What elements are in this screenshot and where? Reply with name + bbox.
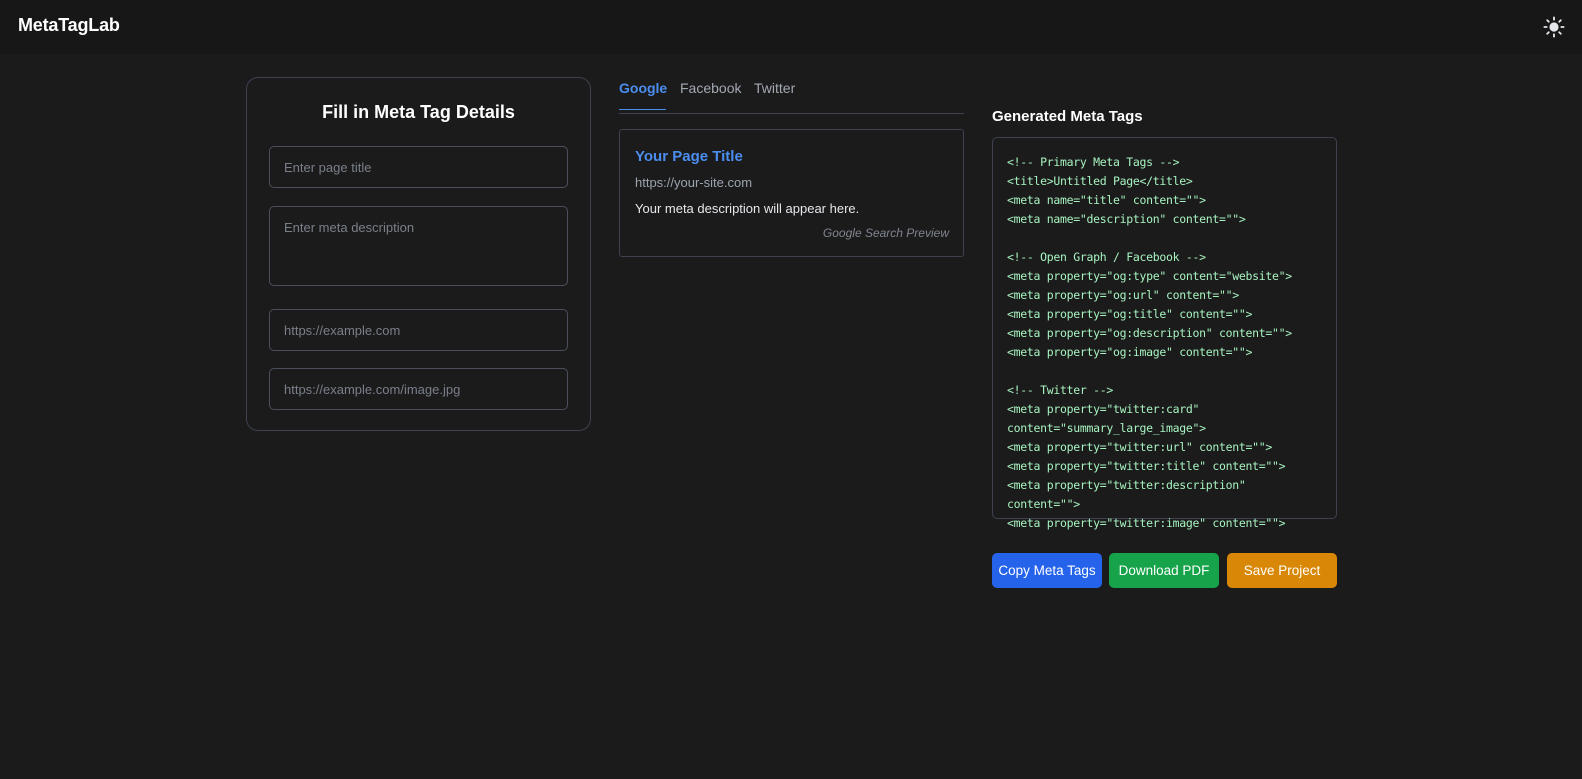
tab-google[interactable]: Google: [619, 80, 667, 110]
google-preview-card: Your Page Title https://your-site.com Yo…: [619, 129, 964, 257]
code-line: <meta property="twitter:url" content="">: [1007, 440, 1272, 454]
code-line: <meta property="og:title" content="">: [1007, 307, 1253, 321]
code-line: <meta property="twitter:description": [1007, 478, 1246, 492]
save-project-button[interactable]: Save Project: [1227, 553, 1337, 588]
meta-form-card: Fill in Meta Tag Details: [246, 77, 591, 431]
code-line: <!-- Open Graph / Facebook -->: [1007, 250, 1206, 264]
code-line: <title>Untitled Page</title>: [1007, 174, 1193, 188]
preview-caption: Google Search Preview: [822, 226, 949, 240]
code-line: <meta name="title" content="">: [1007, 193, 1206, 207]
code-line: <!-- Primary Meta Tags -->: [1007, 155, 1180, 169]
app-logo[interactable]: MetaTagLab: [18, 15, 120, 36]
code-line: <!-- Twitter -->: [1007, 383, 1113, 397]
code-line: content="summary_large_image">: [1007, 421, 1206, 435]
code-line: <meta property="twitter:card": [1007, 402, 1200, 416]
code-line: <meta property="og:description" content=…: [1007, 326, 1292, 340]
page-title-input[interactable]: [269, 146, 568, 188]
download-pdf-button[interactable]: Download PDF: [1109, 553, 1219, 588]
code-line: <meta property="og:image" content="">: [1007, 345, 1253, 359]
generated-code-box[interactable]: <!-- Primary Meta Tags --> <title>Untitl…: [992, 137, 1337, 530]
code-line: <meta name="description" content="">: [1007, 212, 1246, 226]
theme-toggle-button[interactable]: [1541, 14, 1567, 40]
preview-url: https://your-site.com: [635, 175, 753, 190]
image-url-input[interactable]: [269, 368, 568, 410]
form-heading: Fill in Meta Tag Details: [322, 102, 515, 122]
page-url-input[interactable]: [269, 309, 568, 351]
preview-description: Your meta description will appear here.: [635, 201, 860, 216]
code-line: <meta property="og:url" content="">: [1007, 288, 1239, 302]
code-line: <meta property="og:type" content="websit…: [1007, 269, 1292, 283]
code-line: <meta property="twitter:image" content="…: [1007, 516, 1286, 530]
preview-title: Your Page Title: [635, 148, 743, 165]
code-line: <meta property="twitter:title" content="…: [1007, 459, 1286, 473]
preview-tabs: Google Facebook Twitter: [619, 77, 964, 114]
tab-facebook[interactable]: Facebook: [680, 80, 741, 110]
generated-heading: Generated Meta Tags: [992, 108, 1143, 125]
meta-description-input[interactable]: [269, 206, 568, 286]
code-line: content="">: [1007, 497, 1080, 511]
copy-meta-tags-button[interactable]: Copy Meta Tags: [992, 553, 1102, 588]
tab-twitter[interactable]: Twitter: [754, 80, 795, 110]
top-bar: MetaTagLab: [0, 0, 1582, 54]
sun-icon: [1543, 16, 1565, 38]
